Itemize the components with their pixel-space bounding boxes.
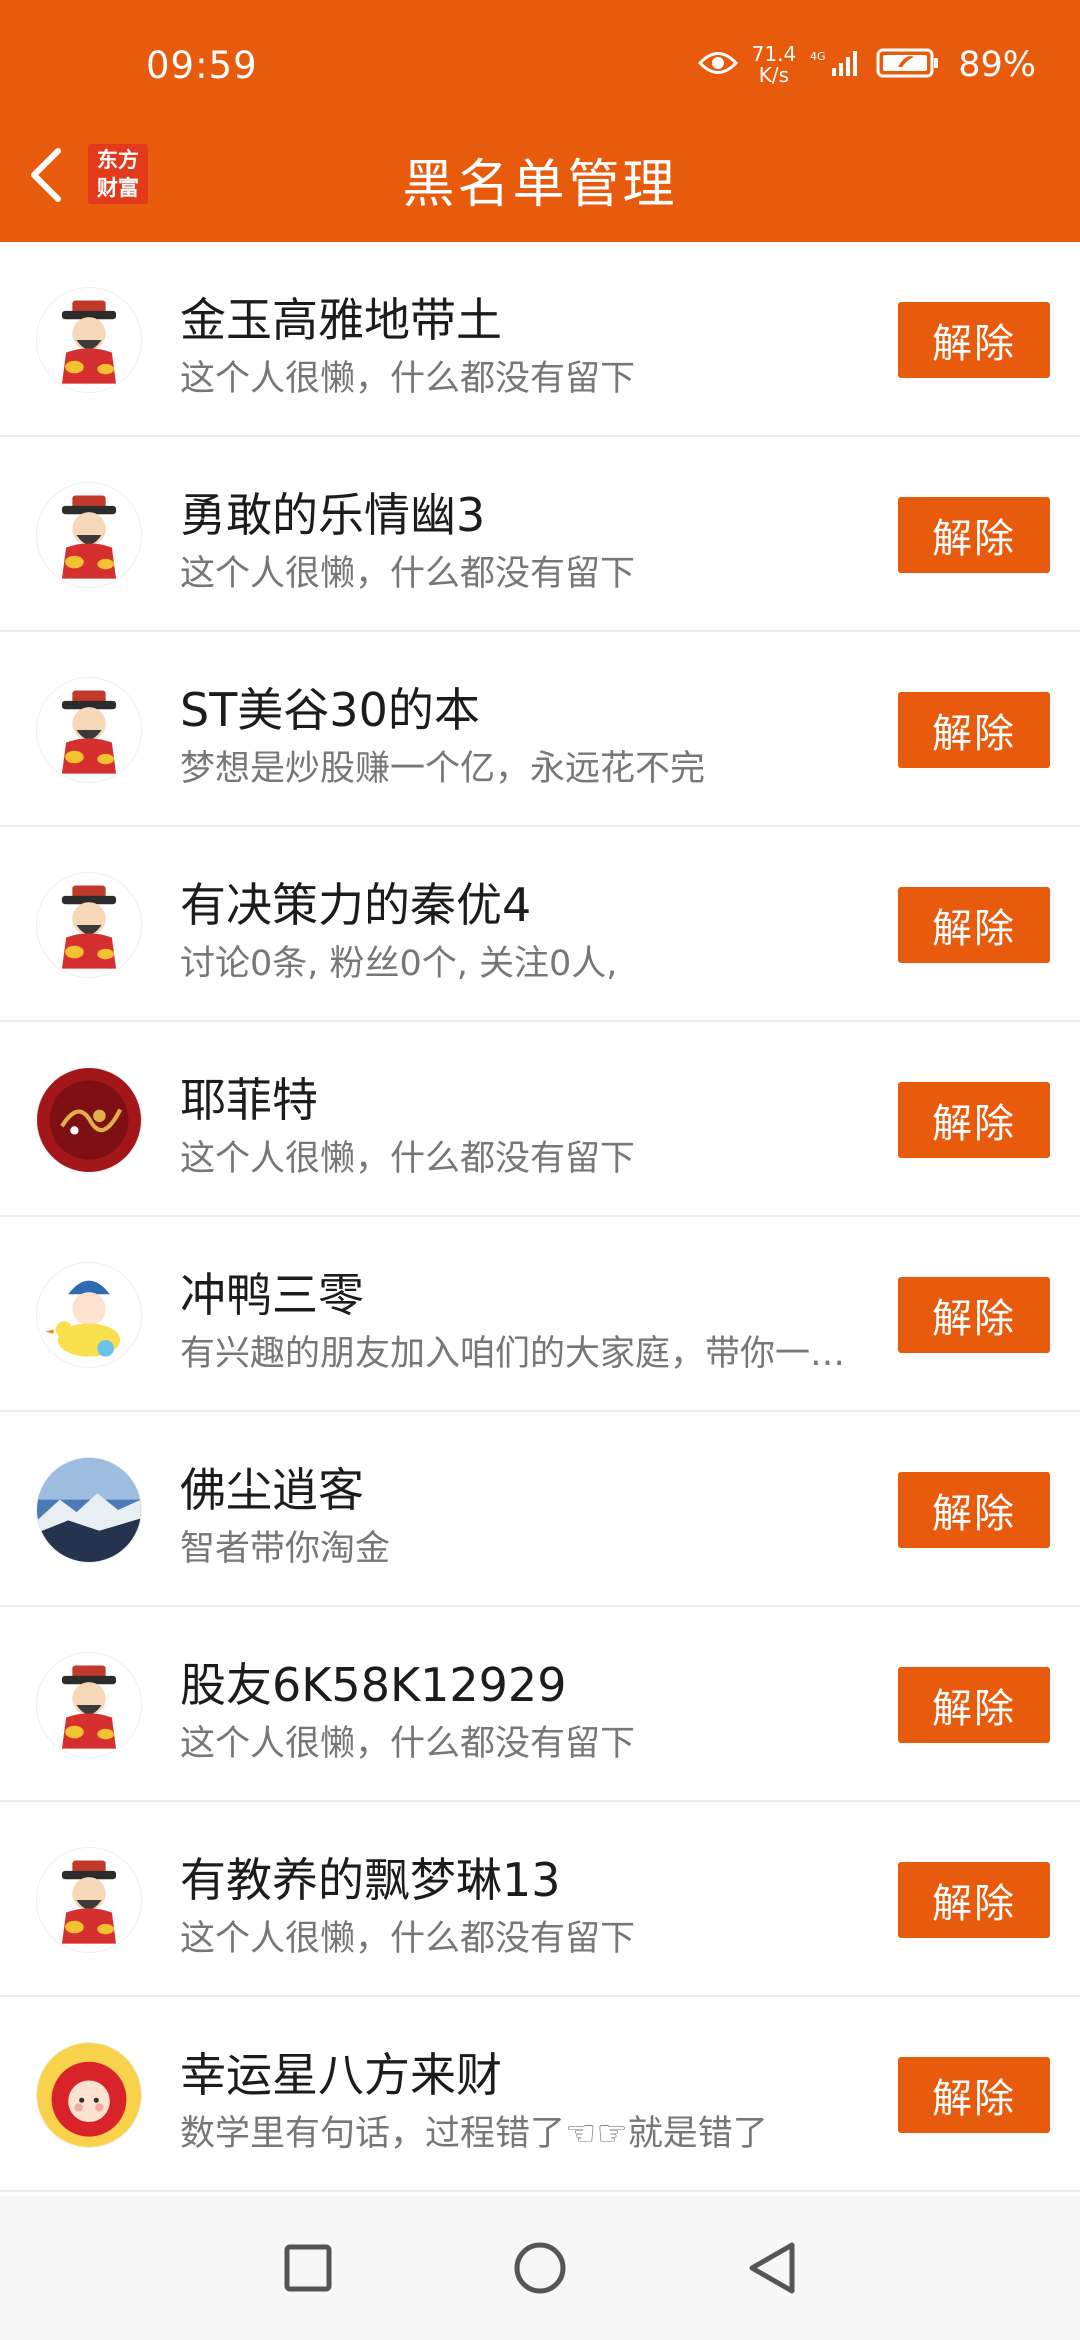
unblock-button[interactable]: 解除 xyxy=(898,302,1050,378)
user-bio: 这个人很懒，什么都没有留下 xyxy=(180,1919,636,1959)
user-name: 有决策力的秦优4 xyxy=(180,878,532,932)
status-icons: 71.4 K/s 4G 89% xyxy=(697,40,1036,90)
network-type: 4G xyxy=(810,50,826,63)
unblock-button[interactable]: 解除 xyxy=(898,497,1050,573)
user-name: 佛尘逍客 xyxy=(180,1463,364,1517)
blacklist-row[interactable]: ST美谷30的本梦想是炒股赚一个亿，永远花不完 解除 xyxy=(0,632,1080,827)
blacklist-row[interactable]: 幸运星八方来财数学里有句话，过程错了☜☞就是错了 解除 xyxy=(0,1997,1080,2192)
user-bio: 这个人很懒，什么都没有留下 xyxy=(180,1139,636,1179)
blacklist-row[interactable]: 金玉高雅地带土这个人很懒，什么都没有留下 解除 xyxy=(0,242,1080,437)
app-header: 09:59 71.4 K/s 4G 89% 东方 财富 黑名单管理 xyxy=(0,0,1080,242)
network-speed: 71.4 K/s xyxy=(751,42,797,87)
blacklist-row[interactable]: 股友6K58K12929 这个人很懒，什么都没有留下 解除 xyxy=(0,1607,1080,1802)
home-button[interactable] xyxy=(508,2236,572,2300)
triangle-back-icon xyxy=(749,2242,795,2294)
blacklist-row[interactable]: 有决策力的秦优4 讨论0条, 粉丝0个, 关注0人, 解除 xyxy=(0,827,1080,1022)
signal-icon: 4G xyxy=(810,48,862,82)
back-nav-button[interactable] xyxy=(740,2236,804,2300)
user-bio: 数学里有句话，过程错了☜☞就是错了 xyxy=(180,2114,768,2154)
user-name: 股友6K58K12929 xyxy=(180,1658,567,1712)
user-bio: 智者带你淘金 xyxy=(180,1529,391,1569)
user-name: 有教养的飘梦琳13 xyxy=(180,1853,561,1907)
unblock-button[interactable]: 解除 xyxy=(898,1082,1050,1158)
user-bio: 有兴趣的朋友加入咱们的大家庭，带你一起淘金 xyxy=(180,1334,880,1374)
unblock-button[interactable]: 解除 xyxy=(898,1277,1050,1353)
avatar[interactable] xyxy=(36,482,142,588)
user-name: 冲鸭三零 xyxy=(180,1268,364,1322)
eye-icon xyxy=(697,50,738,80)
avatar[interactable] xyxy=(36,1262,142,1368)
avatar[interactable] xyxy=(36,1067,142,1173)
unblock-button[interactable]: 解除 xyxy=(898,1667,1050,1743)
avatar[interactable] xyxy=(36,677,142,783)
blacklist-row[interactable]: 耶菲特这个人很懒，什么都没有留下 解除 xyxy=(0,1022,1080,1217)
blacklist-row[interactable]: 佛尘逍客智者带你淘金 解除 xyxy=(0,1412,1080,1607)
avatar[interactable] xyxy=(36,872,142,978)
avatar[interactable] xyxy=(36,1847,142,1953)
user-bio: 这个人很懒，什么都没有留下 xyxy=(180,554,636,594)
unblock-button[interactable]: 解除 xyxy=(898,887,1050,963)
unblock-button[interactable]: 解除 xyxy=(898,2057,1050,2133)
blacklist-row[interactable]: 勇敢的乐情幽3 这个人很懒，什么都没有留下 解除 xyxy=(0,437,1080,632)
system-nav-bar xyxy=(0,2196,1080,2340)
avatar[interactable] xyxy=(36,1457,142,1563)
user-bio: 这个人很懒，什么都没有留下 xyxy=(180,1724,636,1764)
avatar[interactable] xyxy=(36,1652,142,1758)
user-bio: 讨论0条, 粉丝0个, 关注0人, xyxy=(180,944,618,984)
user-name: ST美谷30的本 xyxy=(180,683,480,737)
unblock-button[interactable]: 解除 xyxy=(898,1472,1050,1548)
status-time: 09:59 xyxy=(146,44,258,87)
battery-level: 89% xyxy=(958,45,1036,85)
user-name: 勇敢的乐情幽3 xyxy=(180,488,486,542)
unblock-button[interactable]: 解除 xyxy=(898,1862,1050,1938)
avatar[interactable] xyxy=(36,2042,142,2148)
page-title: 黑名单管理 xyxy=(402,155,678,215)
square-icon xyxy=(284,2244,332,2292)
unblock-button[interactable]: 解除 xyxy=(898,692,1050,768)
user-bio: 梦想是炒股赚一个亿，永远花不完 xyxy=(180,749,706,789)
user-bio: 这个人很懒，什么都没有留下 xyxy=(180,359,636,399)
battery-icon xyxy=(876,47,940,83)
circle-icon xyxy=(514,2242,566,2294)
avatar[interactable] xyxy=(36,287,142,393)
user-name: 幸运星八方来财 xyxy=(180,2048,502,2102)
blacklist: 金玉高雅地带土 这个人很懒，什么都没有留下 解除 勇敢的乐情幽3 这个人很懒，什么都没有… xyxy=(0,242,1080,2192)
user-name: 金玉高雅地带土 xyxy=(180,293,502,347)
recents-button[interactable] xyxy=(276,2236,340,2300)
blacklist-row[interactable]: 有教养的飘梦琳13 这个人很懒，什么都没有留下 解除 xyxy=(0,1802,1080,1997)
blacklist-row[interactable]: 冲鸭三零有兴趣的朋友加入咱们的大家庭，带你一起淘金 解除 xyxy=(0,1217,1080,1412)
user-name: 耶菲特 xyxy=(180,1073,318,1127)
